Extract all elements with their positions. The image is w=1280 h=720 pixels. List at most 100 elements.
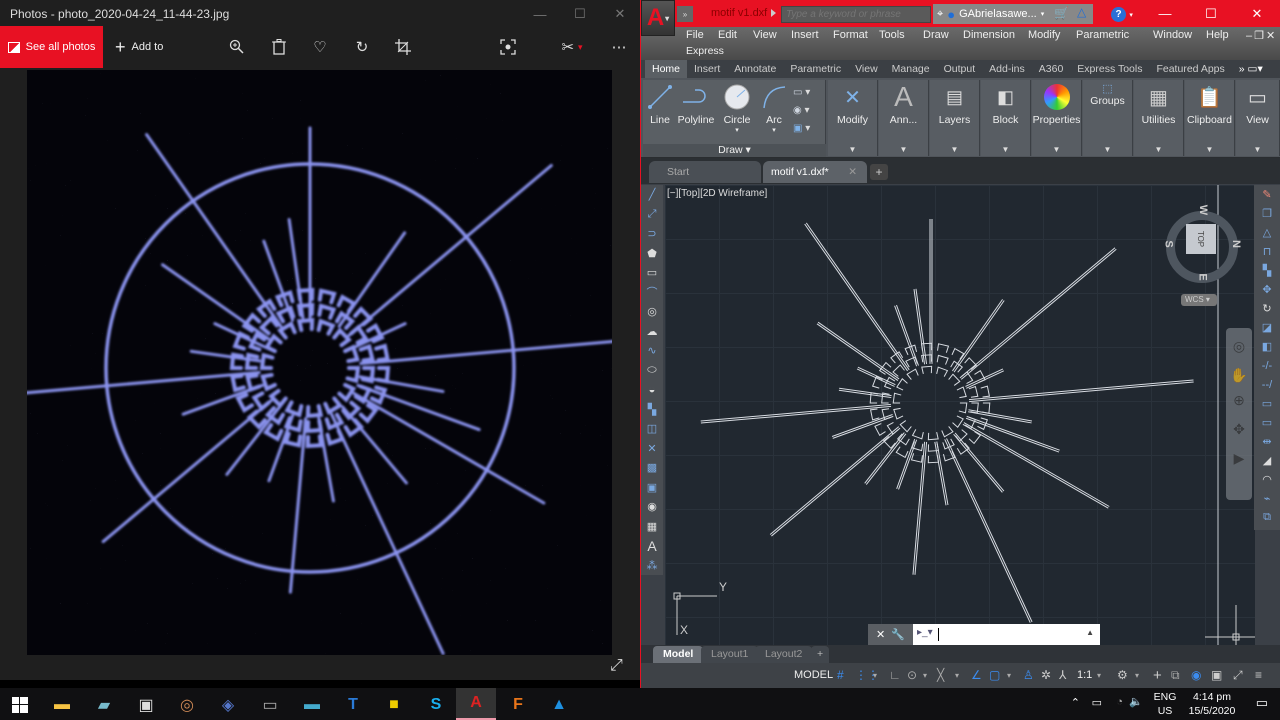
cart-icon[interactable]: 🛒 [1054,6,1069,20]
insert-block-icon[interactable]: ▚ [641,400,663,420]
binoculars-icon[interactable]: ⌖ [937,8,943,21]
utilities-panel[interactable]: ▦ Utilities ▼ [1134,80,1184,156]
gradient-icon[interactable]: ▣ [641,478,663,498]
arc-icon[interactable]: ⌒ [641,283,663,303]
grid-icon[interactable]: # [837,666,844,685]
slideshow-icon[interactable] [497,36,519,58]
wcs-menu[interactable]: WCS ▾ [1181,294,1217,306]
ellipse-icon[interactable]: ⬭ [641,361,663,381]
remote-desktop-icon[interactable]: ▣ [126,692,166,718]
groups-panel[interactable]: ⬚ Groups ▼ [1083,80,1133,156]
menu-parametric[interactable]: Parametric [1076,29,1129,41]
properties-panel[interactable]: Properties ▼ [1032,80,1082,156]
ribbon-tab-view[interactable]: View [848,60,885,78]
join-icon[interactable]: ⇹ [1254,432,1280,451]
more-icon[interactable]: ⋯ [608,36,630,58]
command-history-icon[interactable]: ▲ [1086,628,1094,637]
doc-tab-motif[interactable]: motif v1.dxf* ✕ [763,161,867,183]
model-space-button[interactable]: MODEL [791,666,836,685]
a360-icon[interactable]: △ [1077,5,1086,19]
help-icon[interactable]: ? ▾ [1111,6,1133,22]
crop-icon[interactable] [392,36,414,58]
wifi-icon[interactable]: ◔ [1116,696,1123,708]
region-icon[interactable]: ◉ [641,497,663,517]
construction-line-icon[interactable]: ⤢ [641,205,663,225]
edit-draw-icon[interactable]: ✂ ▾ [555,36,589,58]
search-input[interactable] [781,6,931,23]
menu-express[interactable]: Express [686,45,724,57]
ribbon-tab-manage[interactable]: Manage [885,60,937,78]
showmotion-icon[interactable]: ▶ [1226,450,1252,467]
object-snap-icon[interactable]: ▢ [989,666,1000,685]
object-snap-tracking-icon[interactable]: ∠ [971,666,982,685]
ribbon-tab-annotate[interactable]: Annotate [727,60,783,78]
menu-insert[interactable]: Insert [791,29,819,41]
minimize-button[interactable]: — [520,0,560,28]
file-explorer-icon[interactable]: ▬ [42,692,82,718]
isodraft-dropdown[interactable]: ▾ [955,666,959,685]
maximize-button[interactable]: ☐ [1188,0,1234,27]
mtext-icon[interactable]: A [641,536,663,556]
polar-dropdown[interactable]: ▾ [923,666,927,685]
trim-icon[interactable]: -/- [1254,356,1280,375]
menu-tools[interactable]: Tools [879,29,905,41]
hatch-icon[interactable]: ◉ ▾ [793,102,810,120]
menu-dimension[interactable]: Dimension [963,29,1015,41]
viewcube[interactable]: TOP W S N E [1162,205,1242,287]
annotation-scale-value[interactable]: 1:1 [1077,666,1092,685]
point-icon[interactable]: ✕ [641,439,663,459]
pan-icon[interactable]: ✋ [1226,367,1252,384]
polar-icon[interactable]: ⊙ [907,666,917,685]
ribbon-tab-home[interactable]: Home [645,60,688,78]
erase-icon[interactable]: ✎ [1254,185,1280,204]
orbit-icon[interactable]: ✥ [1226,421,1252,438]
polyline-tool-button[interactable]: Polyline [677,78,715,126]
array-icon[interactable]: ▚ [1254,261,1280,280]
close-tab-icon[interactable]: ✕ [848,161,857,183]
close-button[interactable]: ✕ [1234,0,1280,27]
move-icon[interactable]: ✥ [1254,280,1280,299]
offset-icon[interactable]: ⊓ [1254,242,1280,261]
arc-tool-button[interactable]: Arc ▾ [759,78,789,134]
explode-icon[interactable]: ⧉ [1254,508,1280,527]
lock-ui-icon[interactable]: ▣ [1211,666,1222,685]
auto-scale-icon[interactable]: ✲ [1041,666,1051,685]
steering-wheel-icon[interactable]: ◎ [1226,338,1252,355]
menu-file[interactable]: File [686,29,704,41]
menu-format[interactable]: Format [833,29,868,41]
close-command-icon[interactable]: ✕ [876,628,885,641]
blend-curves-icon[interactable]: ⌁ [1254,489,1280,508]
ribbon-tab-featured-apps[interactable]: Featured Apps [1149,60,1231,78]
view-panel[interactable]: ▭ View ▼ [1236,80,1280,156]
volume-icon[interactable]: 🔈 [1129,695,1143,708]
layout-tab-layout2[interactable]: Layout2 [755,646,813,663]
workspace-dropdown[interactable]: ▾ [1135,666,1139,685]
layers-panel[interactable]: ▤ Layers ▼ [930,80,980,156]
units-icon[interactable]: ⧉ [1171,666,1180,685]
ribbon-tab-express-tools[interactable]: Express Tools [1070,60,1149,78]
ribbon-tab-parametric[interactable]: Parametric [783,60,848,78]
menu-edit[interactable]: Edit [718,29,737,41]
application-menu-button[interactable]: A ▾ [641,0,675,36]
maximize-button[interactable]: ☐ [560,0,600,28]
break-at-point-icon[interactable]: ▭ [1254,394,1280,413]
magnifier-icon[interactable]: ▬ [292,692,332,718]
menu-view[interactable]: View [753,29,777,41]
ribbon-tab-output[interactable]: Output [937,60,983,78]
action-center-icon[interactable]: ▭ [1256,695,1268,711]
spline-icon[interactable]: ∿ [641,341,663,361]
copy-icon[interactable]: ❐ [1254,204,1280,223]
polyline-icon[interactable]: ⊃ [641,224,663,244]
quick-properties-icon[interactable]: ◉ [1191,666,1201,685]
extend-icon[interactable]: --/ [1254,375,1280,394]
menu-draw[interactable]: Draw [923,29,949,41]
menu-help[interactable]: Help [1206,29,1229,41]
fillet-icon[interactable]: ◠ [1254,470,1280,489]
rectangle-icon[interactable]: ▭ ▾ [793,84,810,102]
table-icon[interactable]: ▦ [641,517,663,537]
menu-window[interactable]: Window [1153,29,1192,41]
circle-tool-button[interactable]: Circle ▾ [721,78,753,134]
compass-north[interactable]: N [1230,240,1242,248]
command-input[interactable]: ▸_▾ ▲ [913,624,1100,645]
navigation-bar[interactable]: ◎ ✋ ⊕ ✥ ▶ [1226,328,1252,500]
